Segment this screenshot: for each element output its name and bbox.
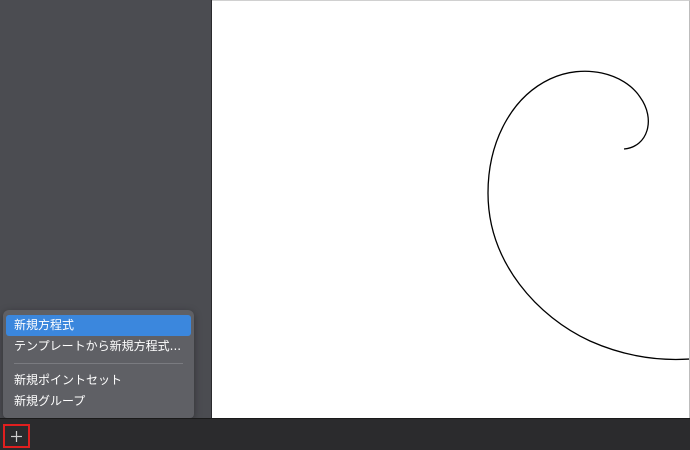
add-item-menu: 新規方程式 テンプレートから新規方程式... 新規ポイントセット 新規グループ	[3, 310, 194, 418]
spiral-curve	[487, 70, 689, 361]
menu-item-new-equation[interactable]: 新規方程式	[6, 315, 191, 336]
bottom-toolbar	[0, 418, 690, 450]
menu-item-new-equation-from-template[interactable]: テンプレートから新規方程式...	[6, 336, 191, 357]
graph-canvas[interactable]	[212, 0, 690, 418]
spiral-curve-plot	[487, 70, 689, 361]
plus-icon	[11, 430, 22, 442]
menu-item-new-point-set[interactable]: 新規ポイントセット	[6, 370, 191, 391]
menu-separator	[14, 363, 183, 364]
menu-item-new-group[interactable]: 新規グループ	[6, 391, 191, 412]
add-button[interactable]	[3, 424, 30, 448]
